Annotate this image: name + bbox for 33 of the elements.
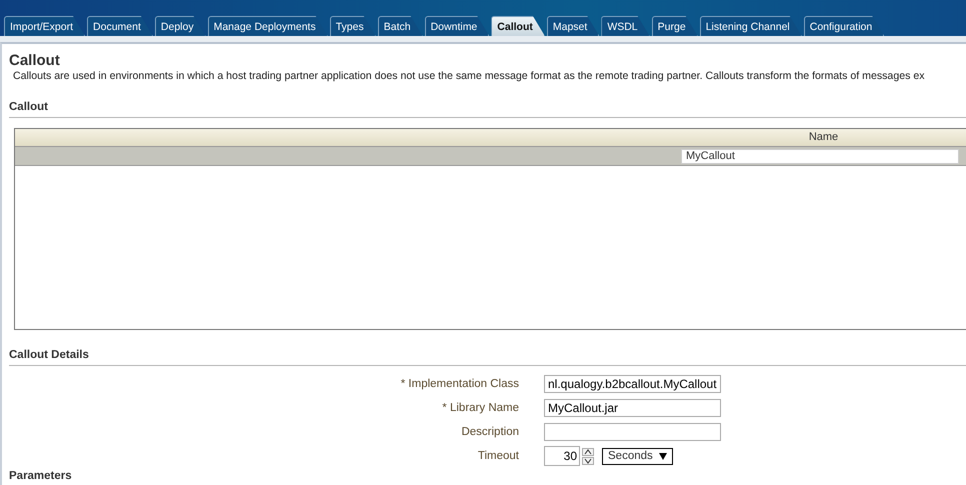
tab[interactable]: Mapset [546,16,600,36]
tab[interactable]: WSDL [601,16,650,36]
field-label: * Library Name [441,402,520,414]
tab[interactable]: Batch [378,16,423,36]
tab[interactable]: Listening Channel [700,16,802,36]
field-label: * Implementation Class [400,378,520,390]
tab[interactable]: Deploy [154,16,206,36]
page-description: Callouts are used in environments in which a host trading partner application does not use the same message format as the remote trading partner. Callouts transform the formats of messages ex [13,70,926,82]
field-label: Description [460,426,520,438]
field-label: Timeout [476,450,520,462]
table-row[interactable]: MyCallout [15,147,966,166]
unit-dropdown[interactable]: Seconds [602,448,673,464]
section-heading: Callout Details [9,349,966,366]
name-field[interactable]: MyCallout [681,148,959,164]
tab[interactable]: Document [87,16,153,36]
text-field[interactable]: MyCallout.jar [544,399,721,417]
tab[interactable]: Callout [491,16,545,36]
tab[interactable]: Purge [652,16,698,36]
column-header: Name [808,130,840,145]
tab[interactable]: Configuration [804,16,884,36]
tab[interactable]: Import/Export [4,16,86,36]
tab[interactable]: Manage Deployments [208,16,328,36]
spin-up-icon[interactable] [582,448,594,456]
text-field[interactable]: nl.qualogy.b2bcallout.MyCallout [544,375,721,393]
page-title: Callout [9,52,61,69]
text-field[interactable] [544,423,721,441]
spin-down-icon[interactable] [582,456,594,464]
caret-icon [658,452,667,460]
tab[interactable]: Types [330,16,376,36]
tab[interactable]: Downtime [424,16,490,36]
section-heading: Parameters [9,470,73,482]
timeout-field[interactable]: 30 [544,446,580,466]
section-heading: Callout [9,101,966,118]
